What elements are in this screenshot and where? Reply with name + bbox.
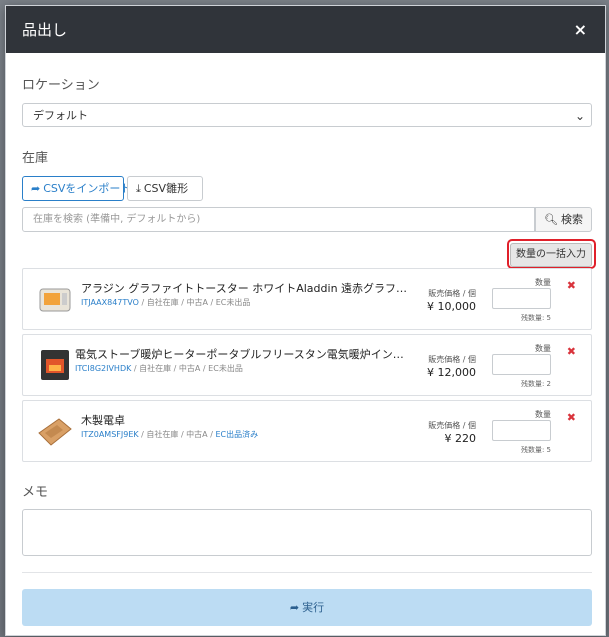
- calculator-thumbnail: [38, 418, 72, 446]
- quantity-label: 数量: [535, 278, 551, 287]
- share-icon: ➦: [289, 601, 300, 614]
- remaining-quantity: 残数量: 5: [520, 446, 551, 454]
- picking-modal: 品出し × ロケーション デフォルト ⌄ 在庫 ➦ CSVをインポート ⤓ CSV雛…: [5, 5, 606, 636]
- price-label: 販売価格 / 個: [428, 355, 476, 364]
- modal-header: 品出し ×: [6, 6, 605, 53]
- item-code-link[interactable]: ITCI8G2IVHDK: [75, 364, 131, 373]
- memo-label: メモ: [22, 485, 49, 500]
- search-input[interactable]: 在庫を検索 (準備中, デフォルトから): [22, 207, 535, 232]
- list-item: アラジン グラファイトトースター ホワイトAladdin 遠赤グラファイトトース…: [22, 268, 592, 330]
- ec-listed-link[interactable]: EC出品済み: [215, 430, 258, 439]
- stock-label: 在庫: [22, 151, 49, 166]
- item-meta: ITCI8G2IVHDK / 自社在庫 / 中古A / EC未出品: [75, 364, 243, 373]
- list-item: 木製電卓 ITZ0AMSFJ9EK / 自社在庫 / 中古A / EC出品済み …: [22, 400, 592, 462]
- remaining-quantity: 残数量: 5: [520, 314, 551, 322]
- execute-label: 実行: [302, 601, 325, 614]
- item-name: アラジン グラファイトトースター ホワイトAladdin 遠赤グラファイトトース…: [81, 282, 411, 295]
- search-button[interactable]: 🔍︎ 検索: [535, 207, 592, 232]
- item-code-link[interactable]: ITZ0AMSFJ9EK: [81, 430, 139, 439]
- quantity-label: 数量: [535, 410, 551, 419]
- item-name: 電気ストーブ暖炉ヒーターポータブルフリースタン電気暖炉インサートストーブヒーター…: [75, 348, 405, 361]
- search-button-label: 検索: [560, 213, 583, 226]
- stock-search: 在庫を検索 (準備中, デフォルトから) 🔍︎ 検索: [22, 207, 592, 232]
- toaster-thumbnail: [39, 288, 71, 312]
- item-meta: ITJAAX847TVO / 自社在庫 / 中古A / EC未出品: [81, 298, 251, 307]
- price-value: ¥ 10,000: [427, 300, 476, 313]
- item-name: 木製電卓: [81, 414, 125, 427]
- delete-icon[interactable]: ✖: [567, 345, 576, 358]
- location-label: ロケーション: [22, 78, 100, 93]
- close-button[interactable]: ×: [574, 20, 587, 39]
- price-value: ¥ 12,000: [427, 366, 476, 379]
- price-label: 販売価格 / 個: [428, 421, 476, 430]
- csv-import-label: CSVをインポート: [43, 182, 132, 195]
- modal-title: 品出し: [22, 21, 68, 39]
- memo-textarea[interactable]: [22, 509, 592, 556]
- price-label: 販売価格 / 個: [428, 289, 476, 298]
- delete-icon[interactable]: ✖: [567, 411, 576, 424]
- price-value: ¥ 220: [444, 432, 477, 445]
- item-code-link[interactable]: ITJAAX847TVO: [81, 298, 139, 307]
- search-icon: 🔍︎: [544, 213, 558, 226]
- quantity-input[interactable]: [492, 420, 551, 441]
- item-meta: ITZ0AMSFJ9EK / 自社在庫 / 中古A / EC出品済み: [81, 430, 259, 439]
- download-icon: ⤓: [136, 182, 141, 195]
- location-selected-value: デフォルト: [33, 109, 88, 122]
- csv-import-button[interactable]: ➦ CSVをインポート: [22, 176, 131, 201]
- csv-template-button[interactable]: ⤓ CSV雛形: [127, 176, 203, 201]
- list-item: 電気ストーブ暖炉ヒーターポータブルフリースタン電気暖炉インサートストーブヒーター…: [22, 334, 592, 396]
- share-icon: ➦: [31, 182, 41, 195]
- execute-button[interactable]: ➦ 実行: [22, 589, 592, 626]
- heater-thumbnail: [41, 350, 69, 380]
- remaining-quantity: 残数量: 2: [520, 380, 551, 388]
- quantity-input[interactable]: [492, 288, 551, 309]
- chevron-down-icon: ⌄: [574, 109, 585, 123]
- csv-template-label: CSV雛形: [143, 182, 189, 195]
- quantity-label: 数量: [535, 344, 551, 353]
- highlight-outline: [507, 239, 596, 269]
- quantity-input[interactable]: [492, 354, 551, 375]
- location-select[interactable]: デフォルト ⌄: [22, 103, 592, 127]
- delete-icon[interactable]: ✖: [567, 279, 576, 292]
- divider: [22, 572, 592, 573]
